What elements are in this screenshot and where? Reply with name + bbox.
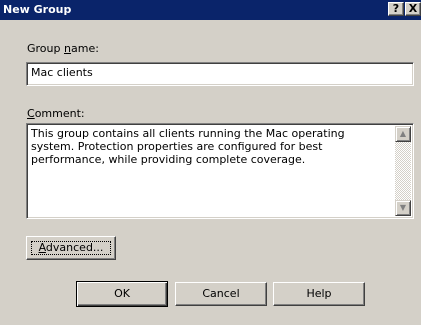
group-name-value: Mac clients: [31, 66, 93, 79]
cancel-button[interactable]: Cancel: [175, 282, 267, 306]
help-dialog-button[interactable]: Help: [273, 282, 365, 306]
advanced-button[interactable]: Advanced...: [26, 236, 116, 260]
comment-label: Comment:: [27, 107, 85, 120]
scroll-down-button[interactable]: ▼: [395, 200, 411, 216]
question-icon: ?: [392, 2, 400, 15]
close-button[interactable]: X: [405, 2, 421, 16]
window-title: New Group: [3, 3, 72, 16]
comment-scrollbar[interactable]: ▲ ▼: [395, 126, 411, 216]
scroll-up-button[interactable]: ▲: [395, 126, 411, 142]
scroll-up-icon: ▲: [399, 129, 407, 138]
title-bar: New Group ? X: [0, 0, 421, 20]
group-name-field[interactable]: Mac clients: [26, 62, 414, 86]
help-button[interactable]: ?: [388, 2, 404, 16]
focus-rect: [31, 241, 111, 255]
comment-value: This group contains all clients running …: [31, 127, 345, 166]
scroll-down-icon: ▼: [399, 203, 407, 212]
group-name-label: Group name:: [27, 42, 99, 55]
ok-button[interactable]: OK: [76, 281, 168, 307]
close-icon: X: [408, 2, 418, 15]
comment-textarea[interactable]: This group contains all clients running …: [26, 123, 414, 219]
